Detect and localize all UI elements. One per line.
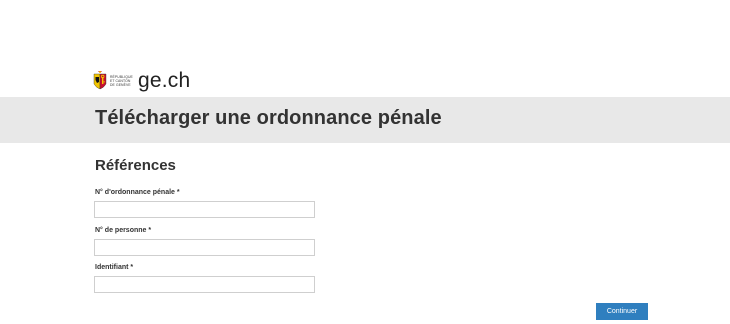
crest-caption-line: DE GENÈVE xyxy=(110,83,131,87)
site-logo[interactable]: RÉPUBLIQUE ET CANTON DE GENÈVE ge.ch xyxy=(93,68,190,94)
continue-button[interactable]: Continuer xyxy=(596,303,648,320)
title-band: Télécharger une ordonnance pénale xyxy=(0,97,730,143)
person-number-label: N° de personne * xyxy=(95,227,152,234)
person-number-input[interactable] xyxy=(94,239,315,256)
geneva-coat-of-arms-icon xyxy=(93,70,107,92)
identifier-input[interactable] xyxy=(94,276,315,293)
identifier-label: Identifiant * xyxy=(95,264,134,271)
crest-caption: RÉPUBLIQUE ET CANTON DE GENÈVE xyxy=(110,75,133,87)
ordonnance-number-label: N° d'ordonnance pénale * xyxy=(95,189,180,196)
ordonnance-number-input[interactable] xyxy=(94,201,315,218)
page: RÉPUBLIQUE ET CANTON DE GENÈVE ge.ch Tél… xyxy=(0,0,730,324)
page-title: Télécharger une ordonnance pénale xyxy=(95,107,442,129)
site-name: ge.ch xyxy=(138,69,191,92)
section-title: Références xyxy=(95,157,176,174)
